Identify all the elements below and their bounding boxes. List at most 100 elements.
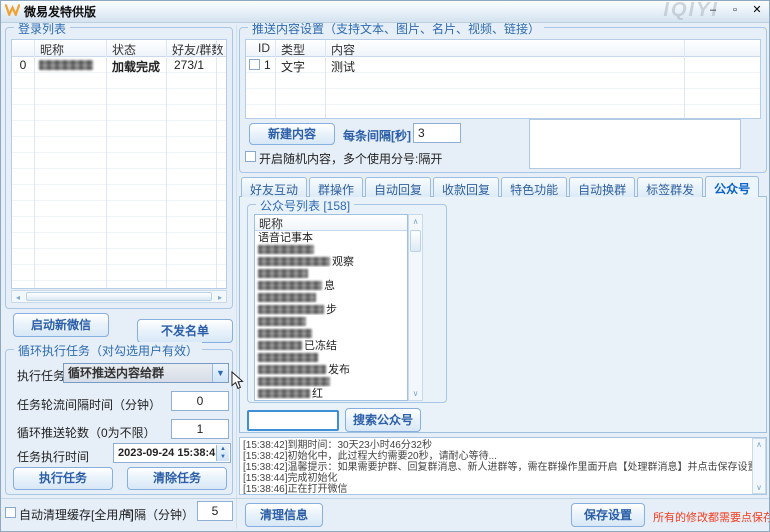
account-search-input[interactable] (247, 410, 339, 431)
account-list-item[interactable] (255, 267, 407, 279)
account-name-text: 息 (324, 279, 335, 291)
start-new-wechat-button[interactable]: 启动新微信 (13, 313, 109, 337)
chevron-down-icon[interactable]: ▼ (212, 364, 228, 382)
login-col-nickname[interactable]: 昵称 (40, 41, 64, 58)
tab-群操作[interactable]: 群操作 (309, 177, 363, 197)
account-list-item[interactable]: 已冻结 (255, 339, 407, 351)
blurred-account-name (258, 341, 302, 350)
account-list-item[interactable]: 息 (255, 279, 407, 291)
login-col-status[interactable]: 状态 (112, 41, 136, 58)
auto-clean-checkbox[interactable] (5, 507, 16, 518)
content-row-checkbox[interactable] (249, 59, 260, 70)
tab-好友互动[interactable]: 好友互动 (241, 177, 307, 197)
account-list-item[interactable] (255, 315, 407, 327)
login-status: 加载完成 (112, 58, 160, 75)
task-select[interactable]: 循环推送内容给群 ▼ (63, 363, 229, 383)
search-accounts-button[interactable]: 搜索公众号 (345, 408, 421, 432)
minimize-icon[interactable]: – (705, 3, 721, 19)
content-id: 1 (264, 58, 271, 72)
account-list-item[interactable] (255, 291, 407, 303)
exec-time-input[interactable]: 2023-09-24 15:38:41 ▲▼ (113, 443, 231, 463)
blurred-account-name (258, 389, 310, 398)
save-settings-button[interactable]: 保存设置 (571, 503, 645, 527)
scroll-left-icon[interactable]: ◂ (12, 293, 24, 302)
log-vscrollbar[interactable]: ∧ ∨ (752, 438, 766, 494)
tab-自动换群[interactable]: 自动换群 (569, 177, 635, 197)
content-table-header: ID 类型 内容 (246, 40, 760, 57)
scroll-right-icon[interactable]: ▸ (214, 293, 226, 302)
rounds-input[interactable]: 1 (171, 419, 229, 439)
account-name-text: 发布 (328, 363, 350, 375)
blurred-account-name (258, 269, 308, 278)
clean-interval-input[interactable]: 5 (197, 501, 233, 521)
tab-strip: 好友互动群操作自动回复收款回复特色功能自动换群标签群发公众号 (241, 177, 759, 197)
content-col-content[interactable]: 内容 (331, 41, 355, 58)
auto-clean-label: 自动清理缓存[全用户] (19, 506, 134, 523)
scroll-thumb[interactable] (26, 292, 212, 301)
rounds-label: 循环推送轮数（0为不限） (17, 424, 156, 441)
accounts-vscrollbar[interactable]: ∧ ∨ (408, 214, 423, 401)
login-hscrollbar[interactable]: ◂ ▸ (11, 290, 227, 303)
tab-特色功能[interactable]: 特色功能 (501, 177, 567, 197)
blurred-account-name (258, 377, 330, 386)
tab-自动回复[interactable]: 自动回复 (365, 177, 431, 197)
scroll-up-icon[interactable]: ∧ (409, 217, 422, 226)
account-list-item[interactable] (255, 351, 407, 363)
random-content-checkbox[interactable] (245, 151, 256, 162)
datetime-spinner-icon[interactable]: ▲▼ (216, 445, 229, 461)
task-interval-input[interactable]: 0 (171, 391, 229, 411)
content-preview-textarea[interactable] (529, 119, 741, 169)
maximize-icon[interactable]: ▫ (727, 3, 743, 19)
account-list-item[interactable] (255, 327, 407, 339)
login-table-row[interactable]: 0加载完成273/1 (12, 57, 226, 73)
tab-收款回复[interactable]: 收款回复 (433, 177, 499, 197)
login-col-line (106, 40, 107, 288)
account-name-text: 语音记事本 (258, 231, 313, 243)
content-table[interactable]: ID 类型 内容 1文字测试 (245, 39, 761, 119)
account-list-item[interactable] (255, 375, 407, 387)
accounts-list[interactable]: 昵称 语音记事本观察息步已冻结发布红 (254, 214, 408, 401)
blurred-account-name (258, 329, 312, 338)
content-col-id[interactable]: ID (258, 41, 270, 55)
login-table[interactable]: 昵称 状态 好友/群数 0加载完成273/1 (11, 39, 227, 289)
account-list-item[interactable]: 红 (255, 387, 407, 399)
close-icon[interactable]: ✕ (749, 3, 765, 19)
login-col-line (166, 40, 167, 288)
account-list-item[interactable]: 步 (255, 303, 407, 315)
clear-task-button[interactable]: 清除任务 (127, 467, 227, 490)
scroll-up-icon[interactable]: ∧ (753, 440, 765, 449)
content-col-line (684, 40, 685, 118)
content-table-row[interactable]: 1文字测试 (246, 57, 760, 73)
content-type: 文字 (281, 58, 305, 75)
content-col-line (275, 40, 276, 118)
clean-info-button[interactable]: 清理信息 (245, 503, 323, 527)
scroll-down-icon[interactable]: ∨ (753, 483, 765, 492)
accounts-col-nickname[interactable]: 昵称 (255, 215, 407, 231)
blurred-account-name (258, 305, 324, 314)
log-area[interactable]: [15:38:42]到期时间：30天23小时46分32秒[15:38:42]初始… (239, 437, 767, 495)
account-list-item[interactable]: 观察 (255, 255, 407, 267)
account-list-item[interactable]: 发布 (255, 363, 407, 375)
new-content-button[interactable]: 新建内容 (249, 123, 335, 145)
mouse-cursor (231, 371, 244, 393)
scroll-down-icon[interactable]: ∨ (409, 389, 422, 398)
blurred-account-name (258, 365, 326, 374)
run-task-button[interactable]: 执行任务 (13, 467, 113, 490)
tab-标签群发[interactable]: 标签群发 (637, 177, 703, 197)
account-list-item[interactable]: 语音记事本 (255, 231, 407, 243)
content-table-body[interactable]: 1文字测试 (246, 57, 760, 119)
no-send-list-button[interactable]: 不发名单 (137, 319, 233, 343)
content-col-type[interactable]: 类型 (281, 41, 305, 58)
gap-input[interactable]: 3 (413, 123, 461, 143)
bottom-divider (1, 498, 770, 499)
scroll-thumb[interactable] (410, 230, 421, 252)
account-list-item[interactable] (255, 243, 407, 255)
tab-公众号[interactable]: 公众号 (705, 176, 759, 197)
exec-time-value: 2023-09-24 15:38:41 (118, 447, 221, 459)
account-name-text: 步 (326, 303, 337, 315)
log-line: [15:38:44]完成初始化 (240, 473, 766, 484)
login-table-body[interactable]: 0加载完成273/1 (12, 57, 226, 289)
row-index: 0 (12, 58, 34, 72)
accounts-title: 公众号列表 [158] (256, 197, 354, 214)
save-hint-text: 所有的修改都需要点保存 (653, 509, 770, 525)
